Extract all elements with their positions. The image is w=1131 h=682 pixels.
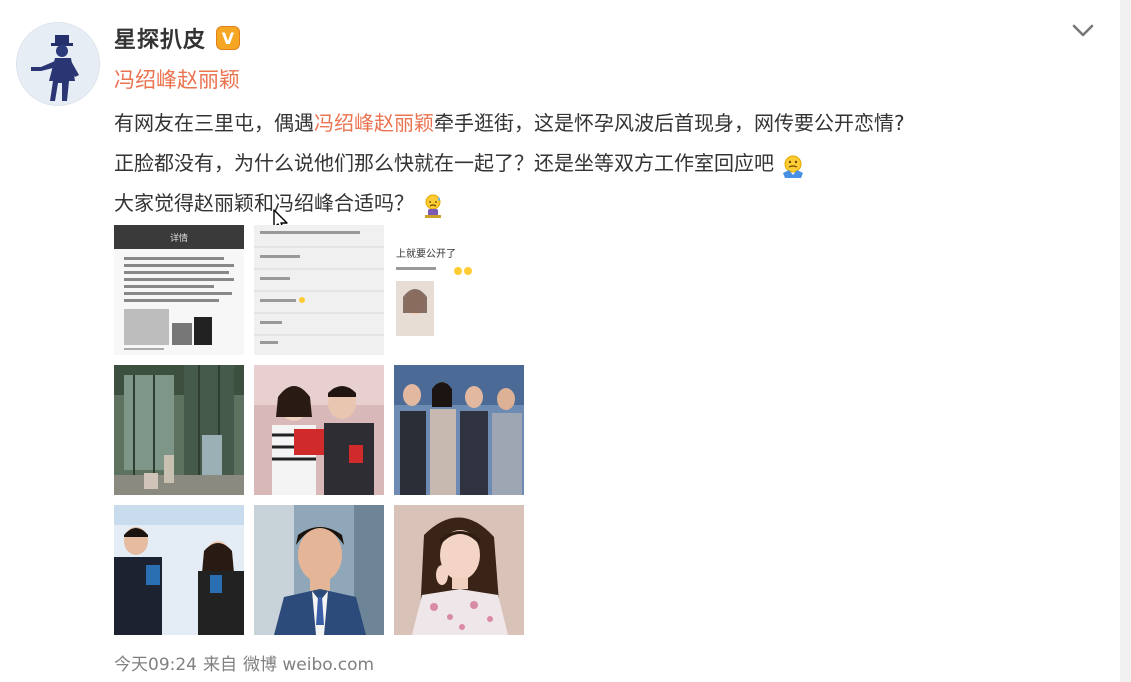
source-prefix: 来自 [203,655,237,675]
thumb-label: 上就要公开了 [396,247,456,260]
content-text: 大家觉得赵丽颖和冯绍峰合适吗？ [114,191,414,215]
image-thumbnail[interactable]: 详情 [114,225,244,355]
image-thumbnail[interactable] [394,505,524,635]
image-thumbnail[interactable] [254,365,384,495]
content-text: 有网友在三里屯，偶遇 [114,111,314,135]
portrait-woman [394,505,524,635]
username[interactable]: 星探扒皮 [114,22,206,54]
content-line-2: 正脸都没有，为什么说他们那么快就在一起了？还是坐等双方工作室回应吧 [114,143,905,183]
shrug-emoji-icon [780,152,806,178]
weibo-post: 星探扒皮 V 冯绍峰赵丽颖 有网友在三里屯，偶遇冯绍峰赵丽颖牵手逛街，这是怀孕风… [0,0,1131,682]
image-thumbnail[interactable] [254,225,384,355]
thumb-label: 详情 [170,232,188,244]
screenshot-article: 详情 [114,225,244,355]
chevron-down-icon[interactable] [1070,18,1096,42]
screenshot-post: 上就要公开了 [394,225,524,355]
content-line-1: 有网友在三里屯，偶遇冯绍峰赵丽颖牵手逛街，这是怀孕风波后首现身，网传要公开恋情? [114,103,905,143]
content-link[interactable]: 冯绍峰赵丽颖 [314,111,434,135]
scrollbar[interactable] [1120,0,1131,682]
portrait-man [254,505,384,635]
couple-photo-1 [254,365,384,495]
image-thumbnail[interactable] [114,505,244,635]
image-thumbnail[interactable] [394,365,524,495]
verified-badge: V [216,26,240,50]
group-photo [394,365,524,495]
sweat-emoji-icon [420,192,446,218]
screenshot-comments [254,225,384,355]
event-photo [114,505,244,635]
avatar[interactable] [16,22,100,106]
content-line-3: 大家觉得赵丽颖和冯绍峰合适吗？ [114,183,905,223]
content-text: 牵手逛街，这是怀孕风波后首现身，网传要公开恋情? [434,111,905,135]
post-source[interactable]: 微博 weibo.com [243,655,374,675]
image-thumbnail[interactable] [114,365,244,495]
topic-link[interactable]: 冯绍峰赵丽颖 [114,64,240,94]
post-content: 有网友在三里屯，偶遇冯绍峰赵丽颖牵手逛街，这是怀孕风波后首现身，网传要公开恋情?… [114,103,905,223]
post-footer: 今天09:24 来自 微博 weibo.com [114,650,380,675]
image-thumbnail[interactable] [254,505,384,635]
image-grid: 详情 上就要公开了 [114,225,524,635]
image-thumbnail[interactable]: 上就要公开了 [394,225,524,355]
silhouette-figure-icon [17,23,99,105]
content-text: 正脸都没有，为什么说他们那么快就在一起了？还是坐等双方工作室回应吧 [114,151,774,175]
post-time[interactable]: 今天09:24 [114,655,197,675]
street-photo [114,365,244,495]
